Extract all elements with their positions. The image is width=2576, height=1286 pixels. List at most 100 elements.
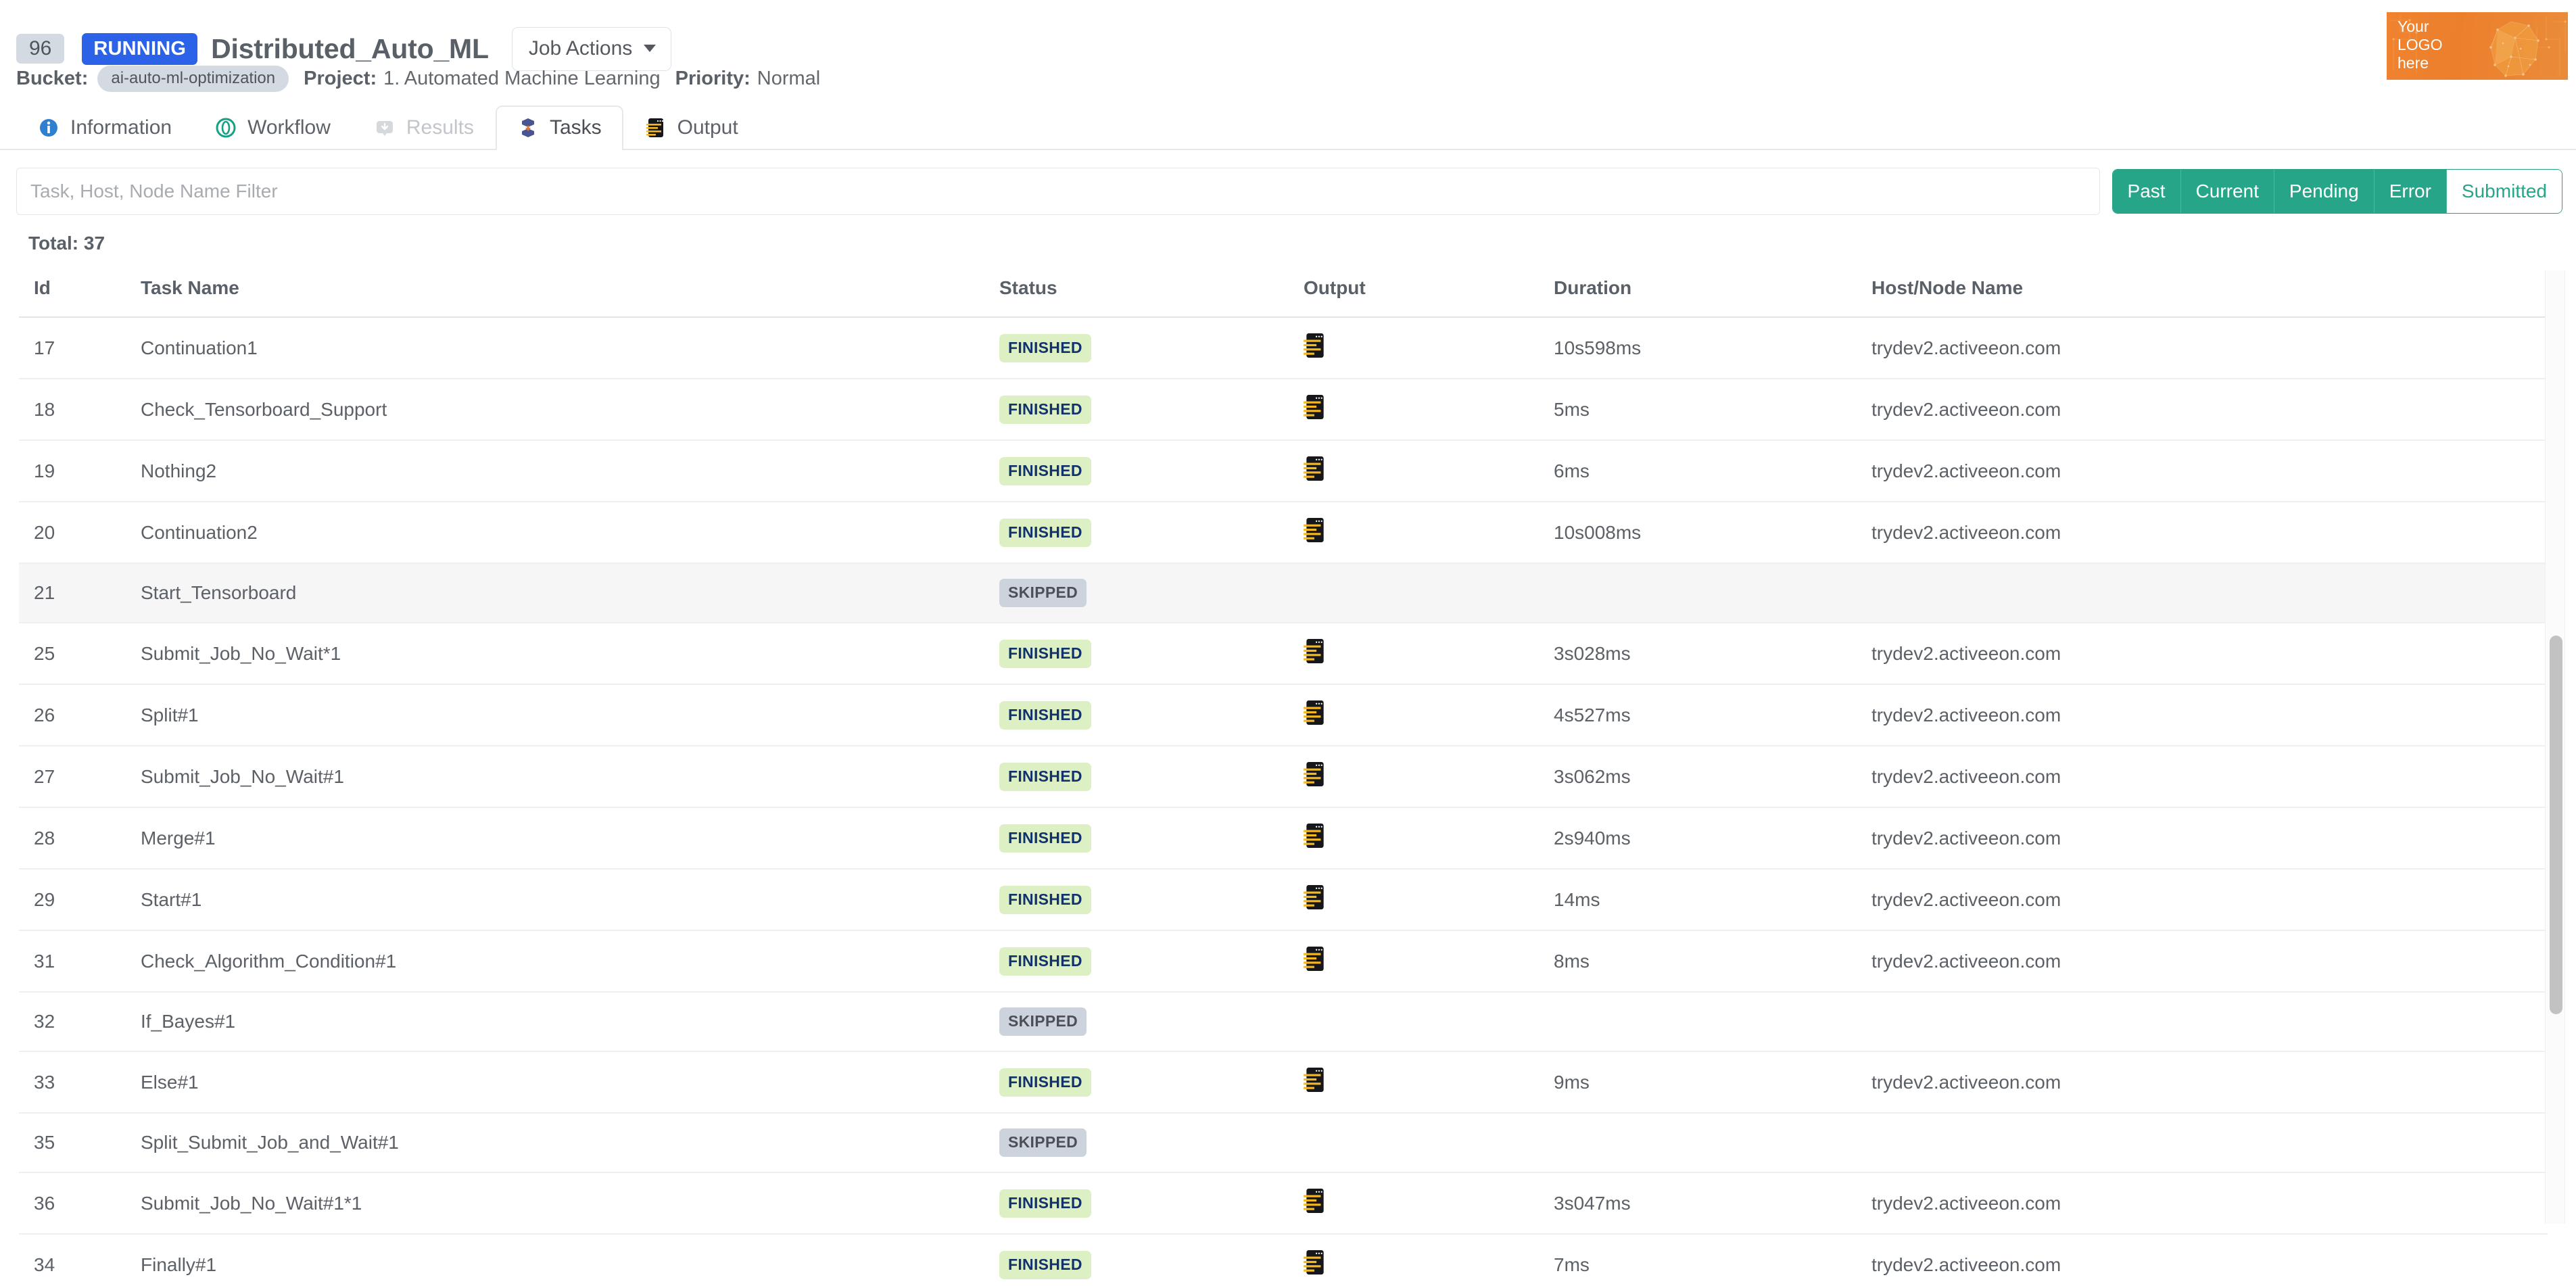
task-output-icon[interactable]	[1304, 946, 1327, 972]
table-row[interactable]: 19 Nothing2 FINISHED 6ms trydev2.activeeon.c…	[19, 440, 2548, 502]
table-row[interactable]: 35 Split_Submit_Job_and_Wait#1 SKIPPED	[19, 1113, 2548, 1173]
cell-host: trydev2.activeeon.com	[1871, 1172, 2548, 1235]
cell-status: FINISHED	[999, 684, 1304, 746]
job-actions-button[interactable]: Job Actions	[511, 26, 672, 71]
cell-task-name: Check_Tensorboard_Support	[141, 379, 999, 441]
tasks-table-body: 17 Continuation1 FINISHED 10s598ms trydev2.a…	[19, 317, 2548, 1286]
cell-id: 34	[19, 1234, 141, 1286]
table-scrollbar[interactable]	[2545, 270, 2565, 1224]
filter-button-error[interactable]: Error	[2374, 170, 2447, 213]
task-output-icon[interactable]	[1304, 394, 1327, 420]
table-row[interactable]: 21 Start_Tensorboard SKIPPED	[19, 563, 2548, 623]
filter-button-past[interactable]: Past	[2112, 170, 2181, 213]
table-row[interactable]: 17 Continuation1 FINISHED 10s598ms trydev2.a…	[19, 317, 2548, 379]
cell-output	[1304, 502, 1554, 564]
cell-duration: 3s062ms	[1554, 746, 1871, 808]
table-row[interactable]: 18 Check_Tensorboard_Support FINISHED 5ms tr…	[19, 379, 2548, 441]
status-badge: SKIPPED	[999, 1128, 1087, 1157]
task-output-icon[interactable]	[1304, 638, 1327, 664]
cell-task-name: Submit_Job_No_Wait#1	[141, 746, 999, 808]
tab-workflow[interactable]: Workflow	[193, 105, 352, 150]
table-row[interactable]: 31 Check_Algorithm_Condition#1 FINISHED 8ms…	[19, 930, 2548, 993]
cell-output	[1304, 1051, 1554, 1114]
table-row[interactable]: 25 Submit_Job_No_Wait*1 FINISHED 3s028ms try…	[19, 623, 2548, 685]
column-header-duration[interactable]: Duration	[1554, 270, 1871, 318]
cell-output	[1304, 563, 1554, 623]
tab-workflow-label: Workflow	[247, 116, 331, 139]
column-header-id[interactable]: Id	[19, 270, 141, 318]
logo-line-1: Your	[2398, 18, 2429, 35]
task-output-icon[interactable]	[1304, 517, 1327, 543]
table-scrollbar-thumb[interactable]	[2550, 636, 2562, 1014]
cell-id: 31	[19, 930, 141, 993]
tab-results: Results	[352, 105, 496, 150]
filter-button-pending[interactable]: Pending	[2274, 170, 2375, 213]
table-row[interactable]: 36 Submit_Job_No_Wait#1*1 FINISHED 3s047ms t…	[19, 1172, 2548, 1235]
column-header-task-name[interactable]: Task Name	[141, 270, 999, 318]
cell-host: trydev2.activeeon.com	[1871, 623, 2548, 685]
status-badge: FINISHED	[999, 1068, 1091, 1097]
cell-id: 21	[19, 563, 141, 623]
table-row[interactable]: 28 Merge#1 FINISHED 2s940ms trydev2.activeeo…	[19, 807, 2548, 870]
status-badge: FINISHED	[999, 1250, 1091, 1279]
project-value: 1. Automated Machine Learning	[383, 67, 661, 89]
table-row[interactable]: 34 Finally#1 FINISHED 7ms trydev2.activeeon.…	[19, 1234, 2548, 1286]
cell-host: trydev2.activeeon.com	[1871, 930, 2548, 993]
results-icon	[374, 117, 396, 139]
cell-task-name: Start#1	[141, 869, 999, 931]
cell-status: SKIPPED	[999, 1113, 1304, 1173]
cell-status: SKIPPED	[999, 563, 1304, 623]
cell-output	[1304, 1172, 1554, 1235]
column-header-output[interactable]: Output	[1304, 270, 1554, 318]
cell-output	[1304, 1234, 1554, 1286]
task-output-icon[interactable]	[1304, 333, 1327, 358]
cell-task-name: Split#1	[141, 684, 999, 746]
table-row[interactable]: 33 Else#1 FINISHED 9ms trydev2.activeeon.com	[19, 1051, 2548, 1114]
task-output-icon[interactable]	[1304, 1067, 1327, 1093]
task-output-icon[interactable]	[1304, 761, 1327, 787]
task-output-icon[interactable]	[1304, 884, 1327, 910]
tab-information[interactable]: Information	[16, 105, 193, 150]
task-output-icon[interactable]	[1304, 456, 1327, 481]
tasks-table-head: Id Task Name Status Output Duration Host…	[19, 270, 2548, 318]
table-row[interactable]: 26 Split#1 FINISHED 4s527ms trydev2.activeeo…	[19, 684, 2548, 746]
cell-output	[1304, 379, 1554, 441]
job-status-badge: RUNNING	[82, 32, 198, 65]
search-input[interactable]	[16, 168, 2100, 215]
cell-duration	[1554, 563, 1871, 623]
table-row[interactable]: 27 Submit_Job_No_Wait#1 FINISHED 3s062ms try…	[19, 746, 2548, 808]
cell-duration: 7ms	[1554, 1234, 1871, 1286]
page-title: Distributed_Auto_ML	[211, 32, 489, 64]
tab-output-label: Output	[677, 116, 738, 139]
cell-host: trydev2.activeeon.com	[1871, 684, 2548, 746]
cell-host: trydev2.activeeon.com	[1871, 317, 2548, 379]
cell-status: FINISHED	[999, 807, 1304, 870]
tab-tasks[interactable]: Tasks	[495, 105, 623, 150]
table-row[interactable]: 32 If_Bayes#1 SKIPPED	[19, 992, 2548, 1052]
column-header-status[interactable]: Status	[999, 270, 1304, 318]
cell-output	[1304, 684, 1554, 746]
table-row[interactable]: 20 Continuation2 FINISHED 10s008ms trydev2.a…	[19, 502, 2548, 564]
status-badge: SKIPPED	[999, 1007, 1087, 1036]
cell-status: FINISHED	[999, 502, 1304, 564]
task-output-icon[interactable]	[1304, 700, 1327, 725]
status-badge: FINISHED	[999, 700, 1091, 730]
table-row[interactable]: 29 Start#1 FINISHED 14ms trydev2.activeeon.c…	[19, 869, 2548, 931]
tab-output[interactable]: Output	[623, 105, 760, 150]
cell-status: FINISHED	[999, 317, 1304, 379]
cell-host: trydev2.activeeon.com	[1871, 1051, 2548, 1114]
task-output-icon[interactable]	[1304, 1249, 1327, 1275]
task-output-icon[interactable]	[1304, 823, 1327, 849]
status-filter-group: Past Current Pending Error Submitted	[2112, 169, 2562, 214]
filter-button-current[interactable]: Current	[2180, 170, 2274, 213]
filter-button-submitted[interactable]: Submitted	[2446, 170, 2562, 213]
tab-tasks-label: Tasks	[549, 116, 602, 139]
column-header-host[interactable]: Host/Node Name	[1871, 270, 2548, 318]
cell-id: 27	[19, 746, 141, 808]
task-output-icon[interactable]	[1304, 1188, 1327, 1214]
cell-task-name: Split_Submit_Job_and_Wait#1	[141, 1113, 999, 1173]
logo-text: Your LOGO here	[2398, 18, 2442, 72]
cell-status: FINISHED	[999, 440, 1304, 502]
cell-status: SKIPPED	[999, 992, 1304, 1052]
cell-status: FINISHED	[999, 1051, 1304, 1114]
